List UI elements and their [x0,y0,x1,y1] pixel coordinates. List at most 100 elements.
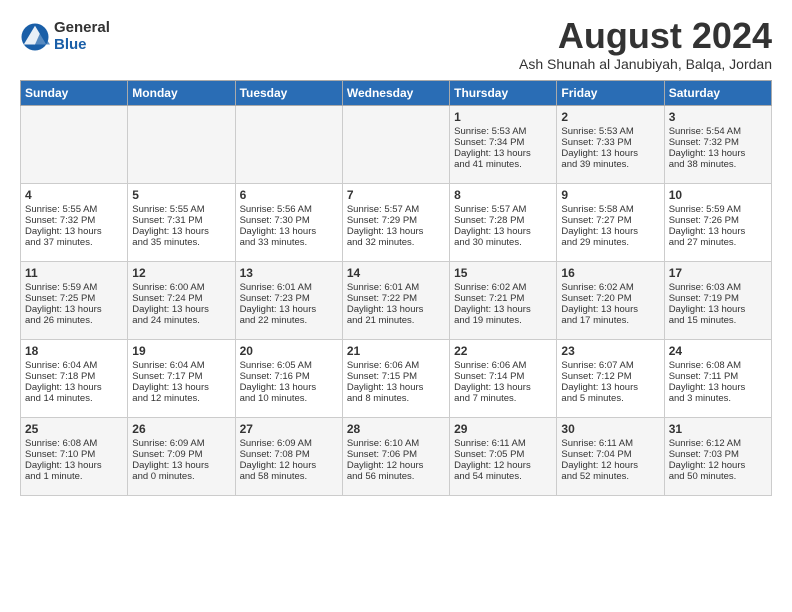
day-info-line: and 5 minutes. [561,393,659,404]
day-number: 28 [347,422,445,436]
month-title: August 2024 [519,16,772,56]
day-info-line: Sunset: 7:12 PM [561,371,659,382]
day-info-line: Sunrise: 6:09 AM [132,438,230,449]
day-info-line: Sunrise: 5:56 AM [240,204,338,215]
day-number: 16 [561,266,659,280]
day-info-line: Sunrise: 5:58 AM [561,204,659,215]
day-info-line: Sunrise: 6:05 AM [240,360,338,371]
day-cell: 29Sunrise: 6:11 AMSunset: 7:05 PMDayligh… [450,417,557,495]
day-info-line: Daylight: 13 hours [454,226,552,237]
day-number: 14 [347,266,445,280]
day-info-line: Sunset: 7:06 PM [347,449,445,460]
day-number: 10 [669,188,767,202]
day-cell: 4Sunrise: 5:55 AMSunset: 7:32 PMDaylight… [21,183,128,261]
day-info-line: Daylight: 13 hours [240,226,338,237]
day-number: 12 [132,266,230,280]
day-number: 17 [669,266,767,280]
day-info-line: and 8 minutes. [347,393,445,404]
day-info-line: and 24 minutes. [132,315,230,326]
day-cell: 25Sunrise: 6:08 AMSunset: 7:10 PMDayligh… [21,417,128,495]
header-cell-thursday: Thursday [450,80,557,105]
header-cell-sunday: Sunday [21,80,128,105]
day-info-line: Sunset: 7:03 PM [669,449,767,460]
day-info-line: Sunrise: 6:04 AM [132,360,230,371]
day-info-line: and 39 minutes. [561,159,659,170]
day-info-line: Sunset: 7:25 PM [25,293,123,304]
day-info-line: and 58 minutes. [240,471,338,482]
day-info-line: and 27 minutes. [669,237,767,248]
day-info-line: Sunrise: 5:59 AM [669,204,767,215]
day-info-line: Daylight: 13 hours [25,460,123,471]
logo: General Blue [20,20,110,53]
day-cell: 12Sunrise: 6:00 AMSunset: 7:24 PMDayligh… [128,261,235,339]
header-cell-tuesday: Tuesday [235,80,342,105]
day-number: 8 [454,188,552,202]
day-cell: 23Sunrise: 6:07 AMSunset: 7:12 PMDayligh… [557,339,664,417]
day-cell [128,105,235,183]
logo-icon [20,22,50,52]
subtitle: Ash Shunah al Janubiyah, Balqa, Jordan [519,56,772,72]
day-number: 24 [669,344,767,358]
day-info-line: and 38 minutes. [669,159,767,170]
day-number: 23 [561,344,659,358]
day-number: 18 [25,344,123,358]
day-info-line: Daylight: 13 hours [454,148,552,159]
day-info-line: Sunset: 7:32 PM [669,137,767,148]
day-info-line: Daylight: 12 hours [669,460,767,471]
day-number: 21 [347,344,445,358]
day-info-line: Daylight: 12 hours [454,460,552,471]
day-info-line: Sunrise: 6:01 AM [347,282,445,293]
day-info-line: Daylight: 13 hours [25,226,123,237]
day-info-line: Daylight: 13 hours [132,226,230,237]
day-info-line: Sunset: 7:33 PM [561,137,659,148]
day-cell: 6Sunrise: 5:56 AMSunset: 7:30 PMDaylight… [235,183,342,261]
day-number: 6 [240,188,338,202]
day-info-line: Sunrise: 6:07 AM [561,360,659,371]
day-info-line: Daylight: 13 hours [240,382,338,393]
day-cell: 3Sunrise: 5:54 AMSunset: 7:32 PMDaylight… [664,105,771,183]
day-info-line: and 22 minutes. [240,315,338,326]
page: General Blue August 2024 Ash Shunah al J… [0,0,792,506]
day-info-line: Daylight: 13 hours [132,304,230,315]
day-number: 13 [240,266,338,280]
day-info-line: and 33 minutes. [240,237,338,248]
day-info-line: Sunset: 7:18 PM [25,371,123,382]
day-cell: 27Sunrise: 6:09 AMSunset: 7:08 PMDayligh… [235,417,342,495]
week-row-4: 18 Sunrise: 6:04 AM Sunset: 7:18 PM Dayligh… [21,339,772,417]
calendar-body: 1Sunrise: 5:53 AMSunset: 7:34 PMDaylight… [21,105,772,495]
day-info-line: Sunrise: 5:53 AM [454,126,552,137]
day-info-line: and 26 minutes. [25,315,123,326]
day-info-line: Daylight: 13 hours [132,460,230,471]
day-number: 25 [25,422,123,436]
day-info-line: Sunrise: 6:01 AM [240,282,338,293]
day-cell: 8Sunrise: 5:57 AMSunset: 7:28 PMDaylight… [450,183,557,261]
day-info-line: Daylight: 13 hours [561,226,659,237]
day-info-line: Sunrise: 6:06 AM [454,360,552,371]
day-info-line: Sunrise: 5:55 AM [25,204,123,215]
day-info-line: and 32 minutes. [347,237,445,248]
day-info-line: Daylight: 13 hours [561,148,659,159]
header-cell-saturday: Saturday [664,80,771,105]
day-number: 1 [454,110,552,124]
day-info-line: Sunset: 7:08 PM [240,449,338,460]
day-info-line: Sunset: 7:09 PM [132,449,230,460]
day-cell: 18Sunrise: 6:04 AMSunset: 7:18 PMDayligh… [21,339,128,417]
logo-text: General Blue [54,20,110,53]
day-info-line: Sunset: 7:23 PM [240,293,338,304]
header-cell-friday: Friday [557,80,664,105]
day-info-line: Sunrise: 5:57 AM [347,204,445,215]
day-info-line: and 54 minutes. [454,471,552,482]
day-cell: 5Sunrise: 5:55 AMSunset: 7:31 PMDaylight… [128,183,235,261]
day-cell: 7Sunrise: 5:57 AMSunset: 7:29 PMDaylight… [342,183,449,261]
day-cell [21,105,128,183]
day-number: 30 [561,422,659,436]
week-row-2: 4Sunrise: 5:55 AMSunset: 7:32 PMDaylight… [21,183,772,261]
day-info-line: and 21 minutes. [347,315,445,326]
day-info-line: Sunset: 7:11 PM [669,371,767,382]
header-cell-wednesday: Wednesday [342,80,449,105]
day-cell: 10Sunrise: 5:59 AMSunset: 7:26 PMDayligh… [664,183,771,261]
day-info-line: Daylight: 12 hours [347,460,445,471]
day-cell: 2Sunrise: 5:53 AMSunset: 7:33 PMDaylight… [557,105,664,183]
day-info-line: Daylight: 13 hours [347,226,445,237]
day-info-line: Sunset: 7:28 PM [454,215,552,226]
